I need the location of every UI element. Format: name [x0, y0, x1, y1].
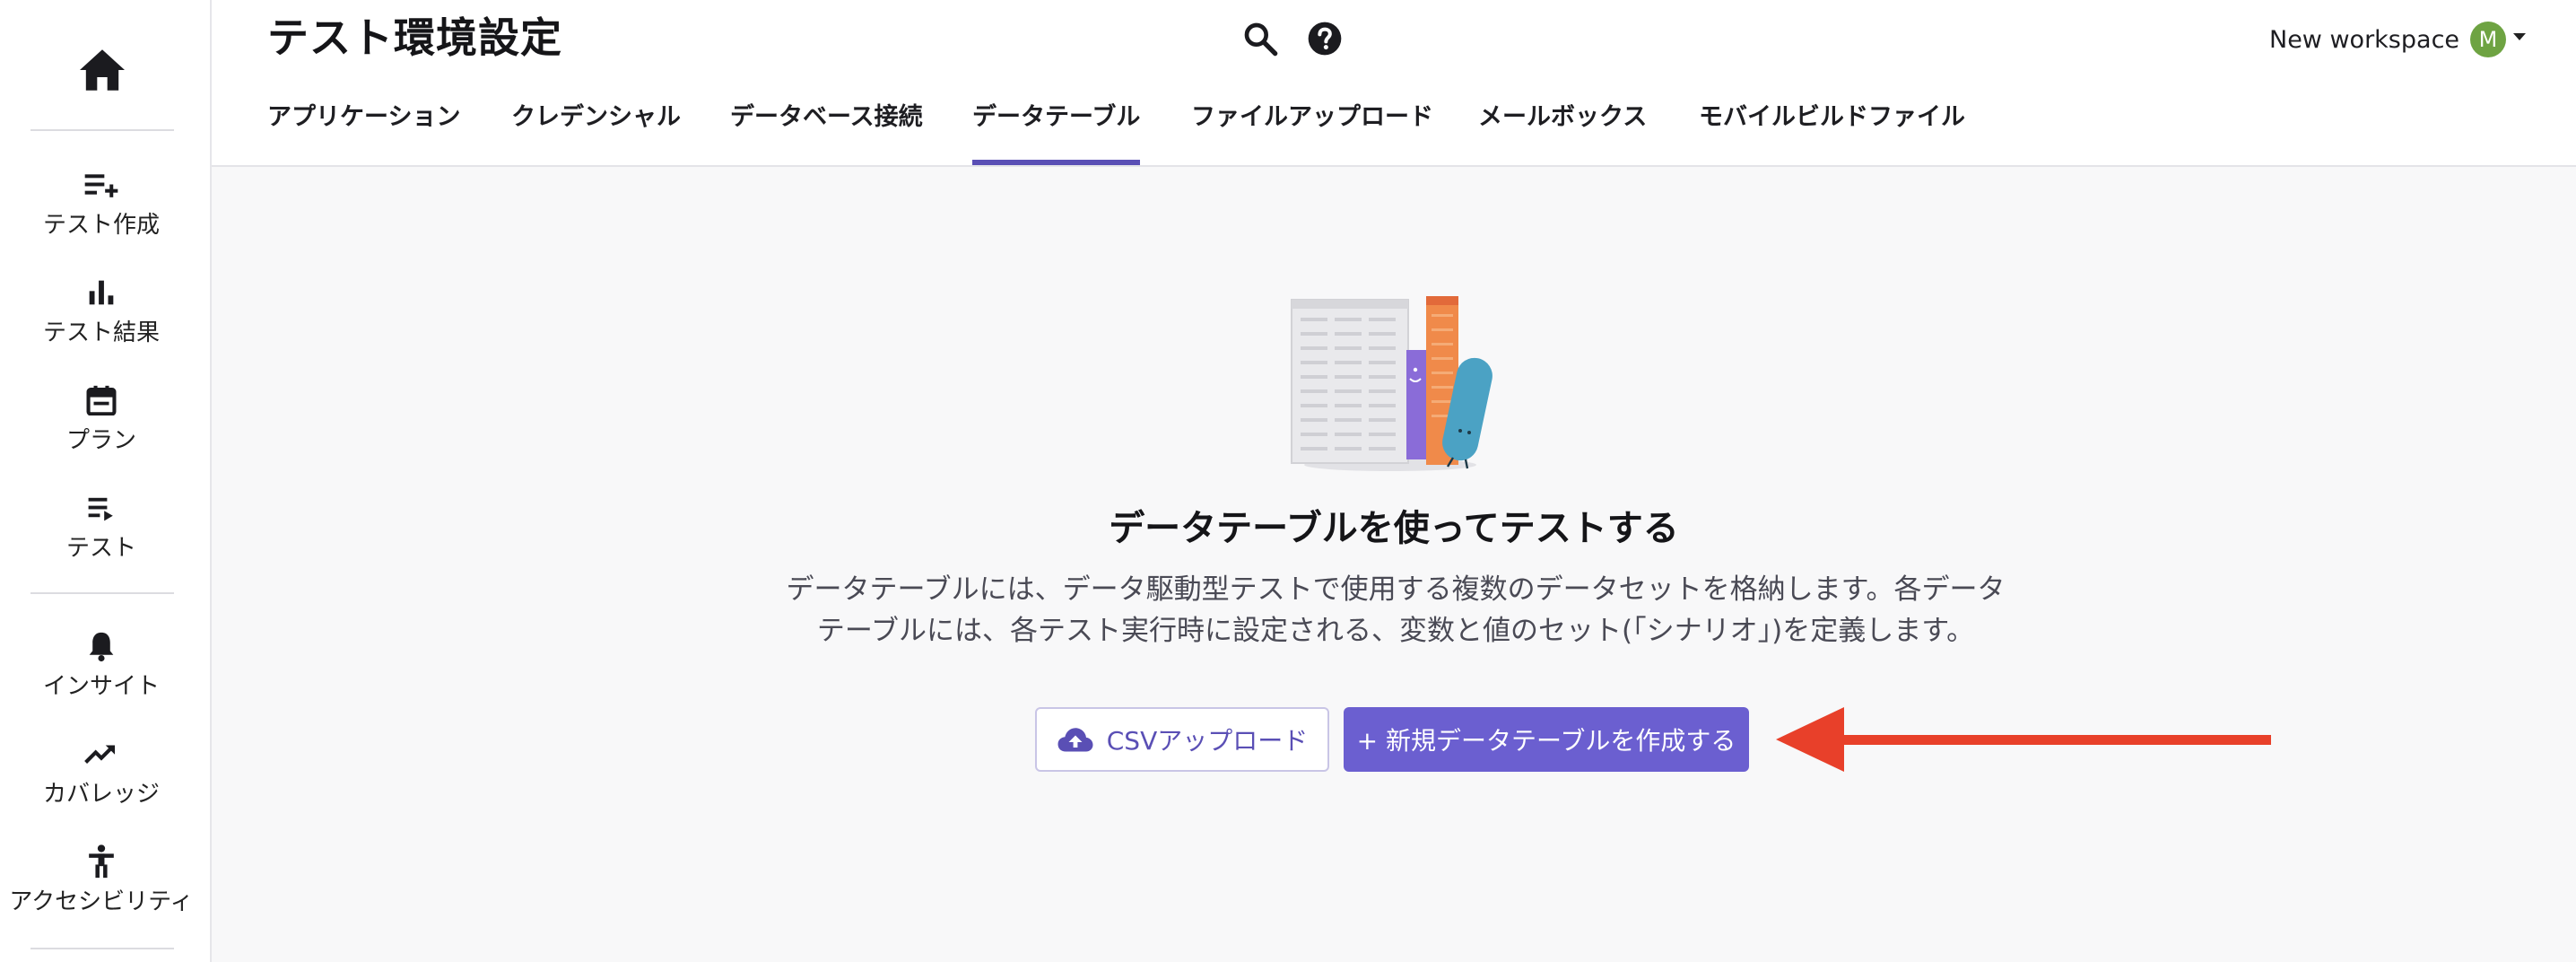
tab-mailbox[interactable]: メールボックス	[1478, 97, 1647, 165]
sidebar-item-test[interactable]: テスト	[0, 490, 203, 576]
create-data-table-label: + 新規データテーブルを作成する	[1356, 726, 1736, 756]
csv-upload-label: CSVアップロード	[1106, 726, 1309, 756]
accessibility-icon	[83, 844, 119, 879]
home-button[interactable]	[70, 41, 135, 99]
help-button[interactable]	[1304, 18, 1345, 59]
empty-state-title: データテーブルを使ってテストする	[1109, 508, 1679, 549]
workspace-name: New workspace	[2269, 25, 2460, 54]
cloud-upload-icon	[1057, 726, 1094, 753]
sidebar-item-label: テスト作成	[42, 212, 160, 239]
home-icon	[80, 49, 125, 91]
tab-mobile-build-file[interactable]: モバイルビルドファイル	[1699, 97, 1965, 165]
sidebar-item-coverage[interactable]: カバレッジ	[0, 736, 203, 822]
playlist-add-icon	[83, 167, 119, 203]
search-icon	[1244, 22, 1278, 57]
sidebar-item-test-results[interactable]: テスト結果	[0, 275, 203, 361]
sidebar-item-label: アクセシビリティ	[9, 888, 194, 915]
help-icon	[1308, 22, 1342, 56]
empty-state-description: データテーブルには、データ駆動型テストで使用する複数のデータセットを格納します。…	[759, 569, 2032, 652]
sidebar-item-accessibility[interactable]: アクセシビリティ	[0, 844, 203, 930]
create-data-table-button[interactable]: + 新規データテーブルを作成する	[1344, 707, 1749, 772]
sidebar-item-insight[interactable]: インサイト	[0, 628, 203, 714]
sidebar-item-label: プラン	[65, 427, 136, 454]
sidebar-item-plan[interactable]: プラン	[0, 382, 203, 468]
bell-icon	[83, 628, 119, 664]
page-header: テスト環境設定 アプリケーション クレデンシャル データベース接続 データテーブ…	[212, 0, 2576, 167]
tab-data-table[interactable]: データテーブル	[972, 97, 1141, 165]
workspace-switcher[interactable]: New workspace M	[2269, 22, 2527, 57]
sidebar: テスト作成 テスト結果 プラン テスト インサイト カバレッジ アクセシビリティ	[0, 0, 212, 962]
sidebar-divider	[30, 948, 174, 949]
caret-down-icon	[2513, 33, 2527, 40]
tab-application[interactable]: アプリケーション	[267, 97, 460, 165]
playlist-play-icon	[83, 490, 119, 526]
tab-database-connection[interactable]: データベース接続	[730, 97, 923, 165]
trending-up-icon	[83, 736, 119, 772]
calendar-icon	[83, 382, 119, 418]
csv-upload-button[interactable]: CSVアップロード	[1035, 707, 1329, 772]
sidebar-divider	[30, 592, 174, 594]
sidebar-item-test-create[interactable]: テスト作成	[0, 167, 203, 253]
empty-state-description-line: データテーブルには、データ駆動型テストで使用する複数のデータセットを格納します。…	[786, 573, 2006, 606]
tab-file-upload[interactable]: ファイルアップロード	[1191, 97, 1433, 165]
data-table-illustration	[1291, 296, 1493, 471]
sidebar-item-label: カバレッジ	[42, 781, 160, 808]
bar-chart-icon	[83, 275, 119, 310]
page-title: テスト環境設定	[267, 13, 562, 62]
avatar: M	[2470, 22, 2507, 57]
red-arrow-annotation	[1776, 707, 2271, 772]
sidebar-item-label: テスト結果	[42, 319, 160, 346]
empty-state-description-line: テーブルには、各テスト実行時に設定される、変数と値のセット(「シナリオ」)を定義…	[816, 615, 1975, 647]
sidebar-item-label: テスト	[65, 535, 136, 562]
sidebar-divider	[30, 129, 174, 131]
sidebar-item-label: インサイト	[42, 673, 160, 700]
tab-credential[interactable]: クレデンシャル	[511, 97, 681, 165]
search-button[interactable]	[1240, 18, 1281, 59]
